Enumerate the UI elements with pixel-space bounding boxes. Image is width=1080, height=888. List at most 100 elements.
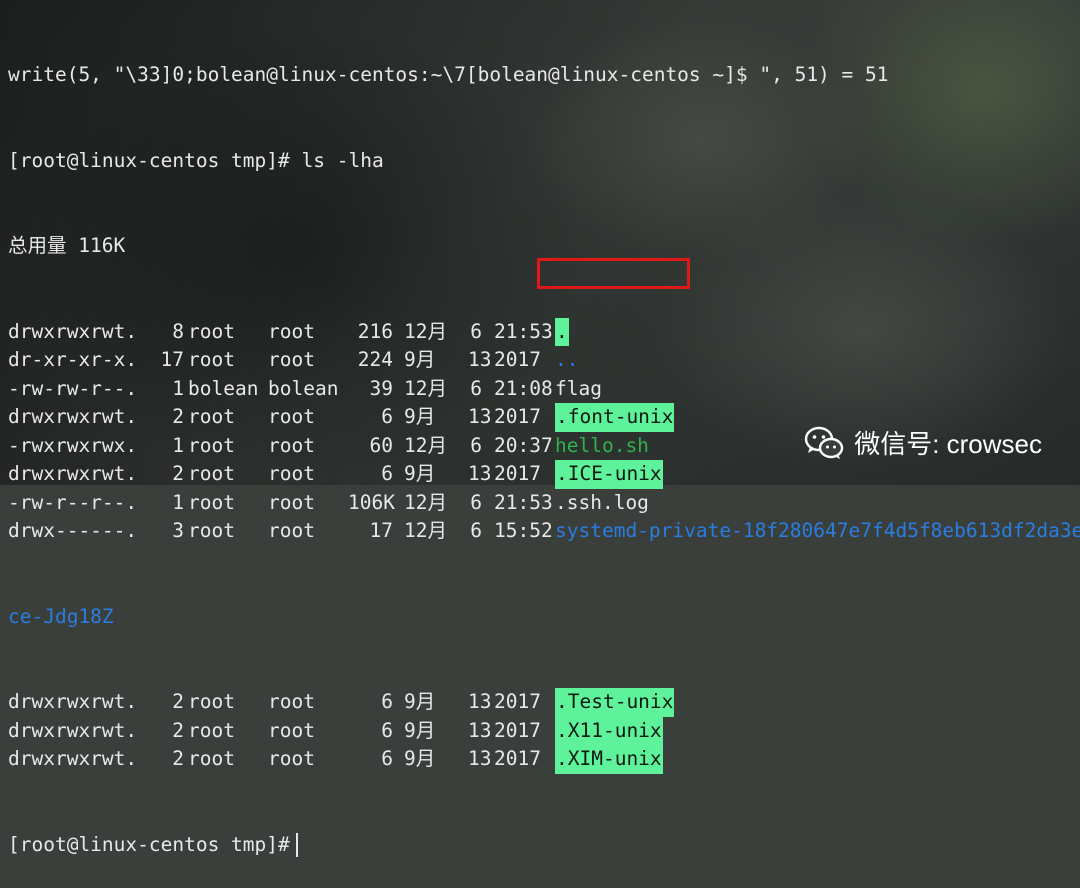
entry-time: 21:53 bbox=[494, 490, 553, 514]
command-line: [root@linux-centos tmp]# ls -lha bbox=[8, 148, 384, 172]
file-entry-row: -rw-rw-r--. 1 bolean bolean 39 12月 6 21:08 flag bbox=[8, 375, 1080, 404]
entry-size: 216 bbox=[357, 319, 393, 343]
entry-month: 9月 bbox=[404, 405, 436, 428]
entry-month: 12月 bbox=[404, 376, 447, 400]
entry-size: 6 bbox=[381, 405, 393, 428]
entry-time: 2017 bbox=[494, 718, 541, 742]
entry-group: root bbox=[268, 490, 315, 514]
entry-day: 6 bbox=[470, 490, 482, 514]
watermark: 微信号: crowsec bbox=[804, 424, 1042, 461]
entry-size: 17 bbox=[369, 519, 393, 542]
entry-month: 12月 bbox=[404, 319, 447, 343]
entry-owner: root bbox=[188, 405, 235, 428]
entry-time: 2017 bbox=[494, 348, 541, 371]
entry-group: root bbox=[268, 319, 315, 343]
entry-day: 13 bbox=[468, 405, 492, 428]
entry-owner: root bbox=[188, 348, 235, 371]
prompt-text: [root@linux-centos tmp]# bbox=[8, 832, 290, 856]
entry-owner: root bbox=[188, 490, 235, 514]
entry-month: 12月 bbox=[404, 490, 447, 514]
entry-owner: bolean bbox=[188, 376, 259, 400]
prompt-line[interactable]: [root@linux-centos tmp]# bbox=[8, 831, 1080, 860]
entry-links: 2 bbox=[172, 405, 184, 428]
highlight-annotation-box bbox=[537, 258, 690, 289]
entry-name: .XIM-unix bbox=[555, 745, 663, 774]
entry-time: 2017 bbox=[494, 747, 541, 770]
entry-month: 9月 bbox=[404, 747, 436, 770]
entry-time: 2017 bbox=[494, 405, 541, 428]
entry-size: 6 bbox=[381, 462, 393, 485]
entry-group: root bbox=[268, 718, 315, 742]
entry-day: 6 bbox=[470, 519, 482, 542]
entry-name: .ssh.log bbox=[555, 490, 649, 514]
entry-perm: drwxrwxrwt. bbox=[8, 462, 138, 485]
entry-links: 2 bbox=[172, 718, 184, 742]
entry-links: 3 bbox=[172, 519, 184, 542]
entry-group: root bbox=[268, 405, 315, 428]
entry-month: 9月 bbox=[404, 348, 436, 371]
entry-links: 1 bbox=[172, 376, 184, 400]
entry-perm: drwxrwxrwt. bbox=[8, 747, 138, 770]
entry-group: root bbox=[268, 747, 315, 770]
entry-size: 6 bbox=[381, 690, 393, 713]
entry-time: 21:08 bbox=[494, 376, 553, 400]
entry-size: 106K bbox=[348, 490, 395, 514]
entry-size: 60 bbox=[369, 433, 393, 457]
total-line: 总用量 116K bbox=[8, 234, 126, 257]
entry-month: 9月 bbox=[404, 462, 436, 485]
entry-owner: root bbox=[188, 747, 235, 770]
entry-perm: -rw-rw-r--. bbox=[8, 376, 138, 400]
entry-perm: dr-xr-xr-x. bbox=[8, 348, 138, 371]
entry-perm: drwxrwxrwt. bbox=[8, 718, 138, 742]
entry-group: root bbox=[268, 519, 315, 542]
file-entry-row: drwx------. 3 root root 17 12月 6 15:52 systemd-p… bbox=[8, 517, 1080, 546]
entry-name: systemd-private-18f280647e7f4d5f8eb613df… bbox=[555, 519, 1080, 542]
syscall-trace-line: write(5, "\33]0;bolean@linux-centos:~\7[… bbox=[8, 63, 889, 86]
entry-month: 9月 bbox=[404, 690, 436, 713]
file-entry-row: drwxrwxrwt. 2 root root 6 9月 13 2017 .X11-unix bbox=[8, 716, 1080, 745]
entry-name: .X11-unix bbox=[555, 716, 663, 745]
entry-group: root bbox=[268, 433, 315, 457]
entry-day: 13 bbox=[468, 747, 492, 770]
file-entry-row: drwxrwxrwt. 8 root root 216 12月 6 21:53. bbox=[8, 317, 1080, 346]
entry-day: 6 bbox=[470, 433, 482, 457]
file-entry-row: drwxrwxrwt. 2 root root 6 9月 13 2017 .Test-unix bbox=[8, 688, 1080, 717]
entry-links: 2 bbox=[172, 747, 184, 770]
entry-time: 15:52 bbox=[494, 519, 553, 542]
entry-name: .Test-unix bbox=[555, 688, 675, 717]
text-cursor bbox=[295, 833, 298, 857]
entry-name: .. bbox=[555, 348, 579, 371]
entry-name: . bbox=[555, 317, 569, 346]
entry-day: 13 bbox=[468, 690, 492, 713]
file-entry-row: -rw-r--r--. 1 root root 106K 12月 6 21:53 .ssh.lo… bbox=[8, 489, 1080, 518]
entry-perm: -rwxrwxrwx. bbox=[8, 433, 138, 457]
wechat-icon bbox=[804, 426, 844, 459]
entry-size: 224 bbox=[357, 348, 393, 371]
file-entry-row: drwxrwxrwt. 2 root root 6 9月 13 2017 .XIM-unix bbox=[8, 745, 1080, 774]
entry-month: 12月 bbox=[404, 433, 447, 457]
entry-owner: root bbox=[188, 718, 235, 742]
file-entry-row: drwxrwxrwt. 2 root root 6 9月 13 2017 .ICE-unix bbox=[8, 460, 1080, 489]
entry-day: 6 bbox=[470, 319, 482, 343]
entry-links: 17 bbox=[160, 348, 184, 371]
entry-owner: root bbox=[188, 690, 235, 713]
entry-time: 2017 bbox=[494, 462, 541, 485]
entry-links: 1 bbox=[172, 490, 184, 514]
watermark-text: 微信号: crowsec bbox=[854, 429, 1042, 459]
entry-owner: root bbox=[188, 433, 235, 457]
entry-name: .ICE-unix bbox=[555, 460, 663, 489]
entry-perm: drwxrwxrwt. bbox=[8, 319, 138, 343]
entry-group: root bbox=[268, 690, 315, 713]
entry-size: 39 bbox=[369, 376, 393, 400]
entry-time: 2017 bbox=[494, 690, 541, 713]
entry-day: 6 bbox=[470, 376, 482, 400]
entry-owner: root bbox=[188, 462, 235, 485]
entry-links: 8 bbox=[172, 319, 184, 343]
entry-group: root bbox=[268, 348, 315, 371]
file-entry-row: dr-xr-xr-x. 17 root root 224 9月 13 2017.. bbox=[8, 346, 1080, 375]
entry-owner: root bbox=[188, 519, 235, 542]
entry-owner: root bbox=[188, 319, 235, 343]
entry-perm: -rw-r--r--. bbox=[8, 490, 138, 514]
entry-links: 2 bbox=[172, 462, 184, 485]
entry-links: 2 bbox=[172, 690, 184, 713]
